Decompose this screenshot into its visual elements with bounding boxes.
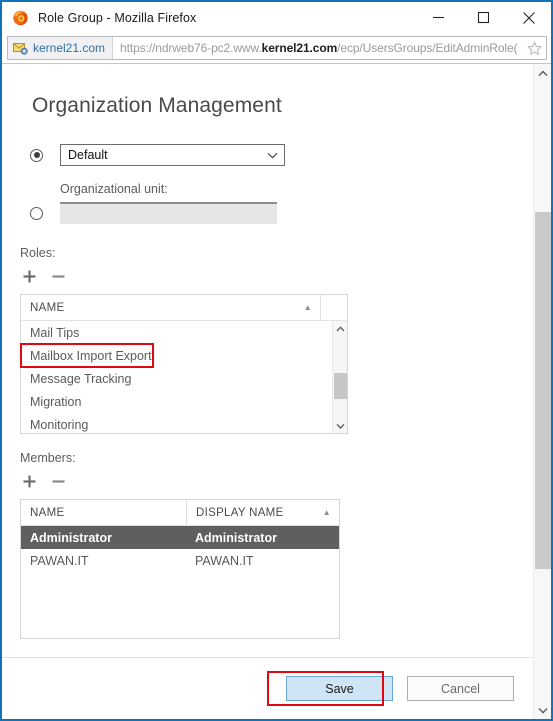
roles-grid-body: Mail Tips Mailbox Import Export Message … — [20, 321, 347, 436]
members-column-display-name[interactable]: DISPLAY NAME ▲ — [186, 500, 339, 525]
save-button-wrapper: Save — [267, 671, 393, 706]
scope-ou-row[interactable] — [20, 202, 515, 224]
chevron-up-icon[interactable] — [534, 64, 551, 82]
members-column-display-name-label: DISPLAY NAME — [196, 506, 284, 519]
organizational-unit-label: Organizational unit: — [60, 182, 168, 196]
maximize-button[interactable] — [461, 2, 506, 33]
save-button[interactable]: Save — [286, 676, 393, 701]
cancel-button[interactable]: Cancel — [407, 676, 514, 701]
site-identity-label: kernel21.com — [33, 41, 106, 55]
member-name: PAWAN.IT — [30, 553, 89, 568]
roles-grid-header: NAME ▲ — [21, 295, 347, 321]
roles-toolbar — [20, 266, 515, 286]
star-icon[interactable] — [523, 37, 545, 59]
scope-default-row[interactable]: Default — [20, 144, 515, 166]
close-button[interactable] — [506, 2, 551, 33]
form-area: Organization Management Default Organiza… — [2, 64, 533, 719]
page-scrollbar[interactable] — [533, 64, 551, 719]
title-bar: Role Group - Mozilla Firefox — [2, 2, 551, 33]
window-controls — [416, 2, 551, 33]
members-label: Members: — [20, 451, 76, 465]
scope-select[interactable]: Default — [60, 144, 285, 166]
page-content: Organization Management Default Organiza… — [2, 64, 551, 719]
table-row[interactable]: Mail Tips — [21, 321, 347, 344]
members-column-name-label: NAME — [30, 506, 65, 519]
scope-select-value: Default — [68, 148, 108, 162]
minus-icon[interactable] — [49, 472, 68, 491]
member-name: Administrator — [30, 530, 112, 545]
members-toolbar — [20, 471, 515, 491]
radio-organizational-unit[interactable] — [30, 206, 43, 220]
sort-ascending-icon: ▲ — [322, 507, 331, 517]
table-row[interactable]: Message Tracking — [21, 367, 347, 390]
navigation-bar: kernel21.com https://ndrweb76-pc2.www.ke… — [2, 33, 551, 63]
roles-scrollbar-thumb[interactable] — [334, 373, 347, 399]
roles-column-name-label: NAME — [30, 301, 65, 314]
role-name: Mail Tips — [30, 325, 80, 340]
minus-icon[interactable] — [49, 267, 68, 286]
table-row[interactable]: Mailbox Import Export — [20, 343, 347, 368]
role-name: Mailbox Import Export — [30, 348, 152, 363]
page-title: Organization Management — [32, 94, 282, 117]
page-scrollbar-thumb[interactable] — [535, 212, 551, 569]
role-name: Message Tracking — [30, 371, 132, 386]
url-bar[interactable]: kernel21.com https://ndrweb76-pc2.www.ke… — [7, 36, 547, 60]
window-title: Role Group - Mozilla Firefox — [38, 10, 197, 25]
roles-column-spacer — [320, 295, 347, 320]
members-grid-body: Administrator Administrator PAWAN.IT PAW… — [21, 526, 339, 572]
plus-icon[interactable] — [20, 267, 39, 286]
radio-default[interactable] — [30, 148, 43, 162]
organizational-unit-input[interactable] — [60, 202, 277, 224]
minimize-button[interactable] — [416, 2, 461, 33]
chevron-down-icon[interactable] — [534, 701, 551, 719]
roles-column-name[interactable]: NAME ▲ — [21, 295, 320, 320]
url-domain: kernel21.com — [261, 41, 338, 55]
table-row[interactable]: PAWAN.IT PAWAN.IT — [21, 549, 339, 572]
member-display-name: Administrator — [195, 530, 277, 545]
roles-label: Roles: — [20, 246, 56, 260]
table-row[interactable]: Administrator Administrator — [21, 526, 339, 549]
plus-icon[interactable] — [20, 472, 39, 491]
site-identity-box[interactable]: kernel21.com — [8, 37, 114, 59]
url-prefix: https://ndrweb76-pc2.www. — [120, 41, 262, 55]
table-row[interactable]: Migration — [21, 390, 347, 413]
browser-window: Role Group - Mozilla Firefox kernel21.co… — [0, 0, 553, 721]
firefox-icon — [12, 9, 29, 26]
role-name: Migration — [30, 394, 82, 409]
dialog-footer: Save Cancel — [2, 657, 533, 719]
chevron-up-icon[interactable] — [333, 321, 347, 336]
url-suffix: /ecp/UsersGroups/EditAdminRole( — [337, 41, 518, 55]
role-name: Monitoring — [30, 417, 89, 432]
members-grid-header: NAME DISPLAY NAME ▲ — [21, 500, 339, 526]
members-grid: NAME DISPLAY NAME ▲ Administrator Admini… — [20, 499, 340, 639]
chevron-down-icon — [267, 148, 278, 162]
chevron-down-icon[interactable] — [333, 418, 347, 433]
url-text[interactable]: https://ndrweb76-pc2.www.kernel21.com/ec… — [113, 41, 523, 55]
roles-scrollbar[interactable] — [332, 321, 347, 433]
roles-grid: NAME ▲ Mail Tips Mailbox Import Export M… — [20, 294, 348, 434]
members-column-name[interactable]: NAME — [21, 500, 186, 525]
mail-settings-icon — [13, 42, 28, 55]
member-display-name: PAWAN.IT — [195, 553, 254, 568]
table-row[interactable]: Monitoring — [21, 413, 347, 436]
sort-ascending-icon: ▲ — [303, 302, 312, 312]
